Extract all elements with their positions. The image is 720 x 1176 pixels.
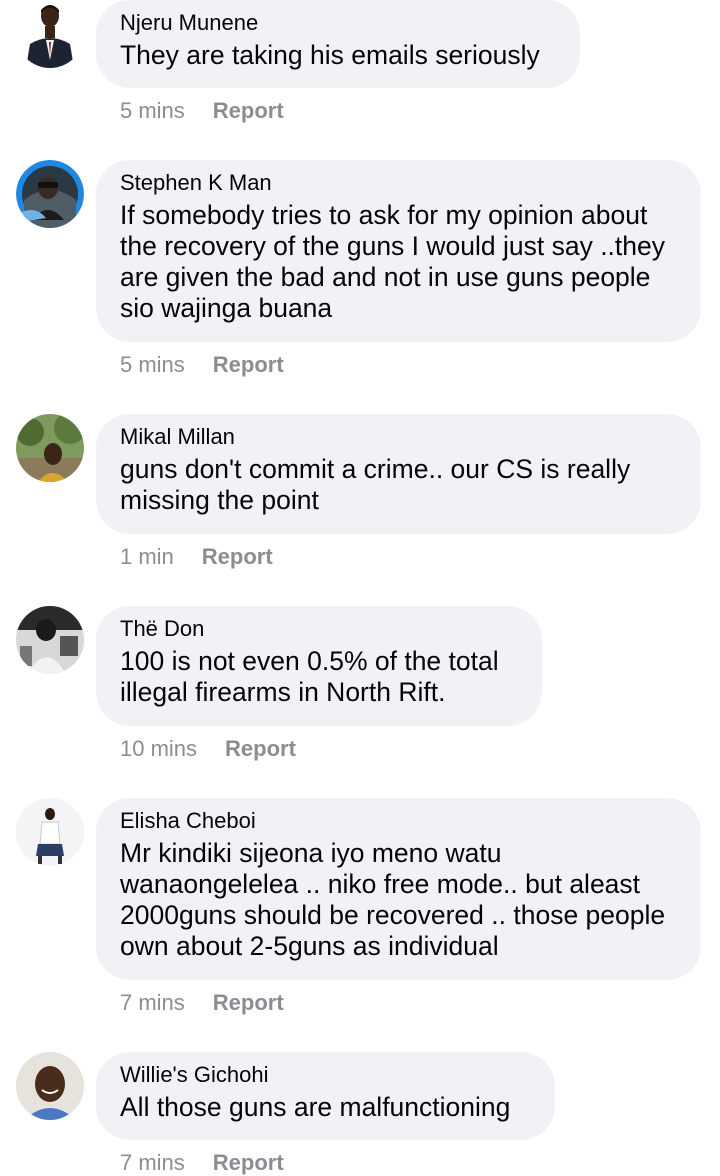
comment-timestamp[interactable]: 7 mins <box>120 1150 185 1175</box>
report-button[interactable]: Report <box>225 736 296 761</box>
comment-bubble: Stephen K Man If somebody tries to ask f… <box>96 160 701 342</box>
avatar-image-icon <box>16 1052 84 1120</box>
report-button[interactable]: Report <box>213 98 284 123</box>
comment-timestamp[interactable]: 5 mins <box>120 98 185 123</box>
avatar-image-icon <box>16 414 84 482</box>
comment-bubble: Thë Don 100 is not even 0.5% of the tota… <box>96 606 542 726</box>
person-smiling-avatar[interactable] <box>16 1052 84 1120</box>
comment-author[interactable]: Thë Don <box>120 616 518 642</box>
avatar-image-icon <box>16 606 84 674</box>
comment-timestamp[interactable]: 10 mins <box>120 736 197 761</box>
comment-text: Mr kindiki sijeona iyo meno watu wanaong… <box>120 838 666 961</box>
comment-meta: 7 mins Report <box>120 1150 284 1176</box>
comment-timestamp[interactable]: 5 mins <box>120 352 185 377</box>
black-white-photo-avatar[interactable] <box>16 606 84 674</box>
comment-bubble: Elisha Cheboi Mr kindiki sijeona iyo men… <box>96 798 701 980</box>
comment-meta: 7 mins Report <box>120 990 284 1016</box>
comment-author[interactable]: Willie's Gichohi <box>120 1062 531 1088</box>
comment-meta: 10 mins Report <box>120 736 296 762</box>
person-in-car-avatar[interactable] <box>16 160 84 228</box>
comment-text: If somebody tries to ask for my opinion … <box>120 200 666 323</box>
comment-bubble: Mikal Millan guns don't commit a crime..… <box>96 414 701 534</box>
report-button[interactable]: Report <box>202 544 273 569</box>
person-sitting-avatar[interactable] <box>16 798 84 866</box>
report-button[interactable]: Report <box>213 990 284 1015</box>
comment-timestamp[interactable]: 7 mins <box>120 990 185 1015</box>
comment-meta: 1 min Report <box>120 544 273 570</box>
comment-author[interactable]: Stephen K Man <box>120 170 677 196</box>
comment-thread: Njeru Munene They are taking his emails … <box>0 0 720 1175</box>
avatar-image-icon <box>16 0 84 68</box>
report-button[interactable]: Report <box>213 1150 284 1175</box>
comment-bubble: Njeru Munene They are taking his emails … <box>96 0 580 88</box>
comment-text: All those guns are malfunctioning <box>120 1092 511 1122</box>
comment-meta: 5 mins Report <box>120 98 284 124</box>
comment-text: guns don't commit a crime.. our CS is re… <box>120 454 631 515</box>
person-in-suit-avatar[interactable] <box>16 0 84 68</box>
person-outdoors-avatar[interactable] <box>16 414 84 482</box>
comment-author[interactable]: Elisha Cheboi <box>120 808 677 834</box>
comment-meta: 5 mins Report <box>120 352 284 378</box>
comment-author[interactable]: Mikal Millan <box>120 424 677 450</box>
comment-text: 100 is not even 0.5% of the total illega… <box>120 646 499 707</box>
comment-timestamp[interactable]: 1 min <box>120 544 174 569</box>
comment-bubble: Willie's Gichohi All those guns are malf… <box>96 1052 555 1140</box>
report-button[interactable]: Report <box>213 352 284 377</box>
avatar-image-icon <box>16 160 84 228</box>
comment-text: They are taking his emails seriously <box>120 40 540 70</box>
comment-author[interactable]: Njeru Munene <box>120 10 556 36</box>
avatar-image-icon <box>16 798 84 866</box>
